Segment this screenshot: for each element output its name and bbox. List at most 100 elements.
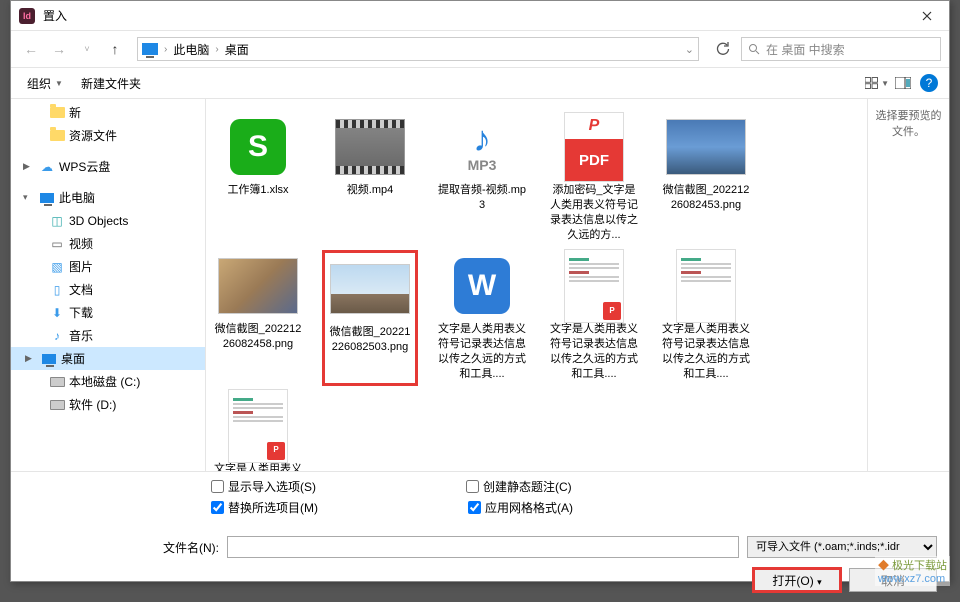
search-input[interactable]: 在 桌面 中搜索 xyxy=(741,37,941,61)
file-item-selected[interactable]: 微信截图_20221226082503.png xyxy=(322,250,418,385)
sidebar-item-downloads[interactable]: ⬇下载 xyxy=(11,301,205,324)
cancel-button[interactable]: 取消 xyxy=(849,568,937,592)
file-label: 提取音频-视频.mp3 xyxy=(436,183,528,213)
import-options: 显示导入选项(S) 创建静态题注(C) 替换所选项目(M) 应用网格格式(A) xyxy=(11,471,949,530)
filename-label: 文件名(N): xyxy=(163,539,219,556)
help-icon: ? xyxy=(920,74,938,92)
video-icon: ▭ xyxy=(49,237,65,251)
pictures-icon: ▧ xyxy=(49,260,65,274)
chevron-right-icon: › xyxy=(215,44,218,55)
address-bar[interactable]: › 此电脑 › 桌面 ⌄ xyxy=(137,37,699,61)
preview-pane-button[interactable] xyxy=(891,71,915,95)
chevron-down-icon[interactable]: ⌄ xyxy=(685,43,694,56)
pc-icon xyxy=(40,193,54,203)
sidebar-item-thispc[interactable]: ▾此电脑 xyxy=(11,186,205,209)
file-item[interactable]: 视频.mp4 xyxy=(322,111,418,246)
back-button[interactable]: ← xyxy=(19,37,43,61)
file-label: 文字是人类用表义符号记录表达信息以传之久远的方式和工具.... xyxy=(436,322,528,381)
sidebar-item-diskd[interactable]: 软件 (D:) xyxy=(11,393,205,416)
file-item[interactable]: P 文字是人类用表义符号记录表达信息以传之久远的方式和工具.... xyxy=(210,390,306,471)
main-area: 新 资源文件 ▶☁WPS云盘 ▾此电脑 ◫3D Objects ▭视频 ▧图片 … xyxy=(11,99,949,471)
image-thumbnail xyxy=(330,264,410,314)
search-icon xyxy=(748,43,760,55)
sidebar-item-videos[interactable]: ▭视频 xyxy=(11,232,205,255)
downloads-icon: ⬇ xyxy=(49,306,65,320)
file-item[interactable]: PPDF 添加密码_文字是人类用表义符号记录表达信息以传之久远的方... xyxy=(546,111,642,246)
file-label: 工作簿1.xlsx xyxy=(227,183,288,198)
create-static-caption-checkbox[interactable]: 创建静态题注(C) xyxy=(466,478,572,495)
image-thumbnail xyxy=(666,119,746,175)
nav-bar: ← → ˅ ↑ › 此电脑 › 桌面 ⌄ 在 桌面 中搜索 xyxy=(11,31,949,67)
file-list[interactable]: S 工作簿1.xlsx 视频.mp4 ♪MP3 提取音频-视频.mp3 PPDF… xyxy=(206,99,867,471)
preview-pane: 选择要预览的文件。 xyxy=(867,99,949,471)
sidebar-item-new[interactable]: 新 xyxy=(11,101,205,124)
dialog-title: 置入 xyxy=(43,7,904,24)
file-item[interactable]: W 文字是人类用表义符号记录表达信息以传之久远的方式和工具.... xyxy=(434,250,530,385)
sidebar: 新 资源文件 ▶☁WPS云盘 ▾此电脑 ◫3D Objects ▭视频 ▧图片 … xyxy=(11,99,206,471)
file-label: 微信截图_20221226082503.png xyxy=(327,325,413,355)
preview-hint: 选择要预览的文件。 xyxy=(872,107,945,139)
doc-thumbnail: P xyxy=(564,249,624,323)
place-dialog: Id 置入 ← → ˅ ↑ › 此电脑 › 桌面 ⌄ 在 桌面 中搜索 组织▼ … xyxy=(10,0,950,582)
file-item[interactable]: 微信截图_20221226082458.png xyxy=(210,250,306,385)
forward-button[interactable]: → xyxy=(47,37,71,61)
titlebar: Id 置入 xyxy=(11,1,949,31)
disk-icon xyxy=(50,377,65,387)
open-button[interactable]: 打开(O) ▾ xyxy=(753,568,841,592)
sidebar-item-desktop[interactable]: ▶桌面 xyxy=(11,347,205,370)
file-item[interactable]: 微信截图_20221226082453.png xyxy=(658,111,754,246)
file-item[interactable]: 文字是人类用表义符号记录表达信息以传之久远的方式和工具.... xyxy=(658,250,754,385)
dialog-buttons: 打开(O) ▾ 取消 xyxy=(11,564,949,602)
file-filter-select[interactable]: 可导入文件 (*.oam;*.inds;*.idr xyxy=(747,536,937,558)
sidebar-item-pictures[interactable]: ▧图片 xyxy=(11,255,205,278)
file-item[interactable]: S 工作簿1.xlsx xyxy=(210,111,306,246)
chevron-right-icon[interactable]: ▶ xyxy=(25,353,37,364)
pdf-icon: PPDF xyxy=(564,112,624,182)
sidebar-item-documents[interactable]: ▯文档 xyxy=(11,278,205,301)
sidebar-item-diskc[interactable]: 本地磁盘 (C:) xyxy=(11,370,205,393)
new-folder-button[interactable]: 新建文件夹 xyxy=(73,71,149,96)
file-label: 文字是人类用表义符号记录表达信息以传之久远的方式和工具.... xyxy=(548,322,640,381)
music-icon: ♪ xyxy=(49,329,65,343)
sidebar-item-3dobjects[interactable]: ◫3D Objects xyxy=(11,209,205,232)
show-import-options-checkbox[interactable]: 显示导入选项(S) xyxy=(211,478,316,495)
sidebar-item-wps[interactable]: ▶☁WPS云盘 xyxy=(11,155,205,178)
file-item[interactable]: P 文字是人类用表义符号记录表达信息以传之久远的方式和工具.... xyxy=(546,250,642,385)
chevron-right-icon: › xyxy=(164,44,167,55)
help-button[interactable]: ? xyxy=(917,71,941,95)
breadcrumb-root[interactable]: 此电脑 xyxy=(173,41,209,58)
refresh-button[interactable] xyxy=(709,37,737,61)
view-icon xyxy=(865,76,879,90)
breadcrumb-current[interactable]: 桌面 xyxy=(225,41,249,58)
close-icon xyxy=(922,11,932,21)
recent-dropdown[interactable]: ˅ xyxy=(75,37,99,61)
toolbar: 组织▼ 新建文件夹 ▼ ? xyxy=(11,67,949,99)
organize-button[interactable]: 组织▼ xyxy=(19,71,71,96)
chevron-down-icon[interactable]: ▾ xyxy=(23,192,35,203)
folder-icon xyxy=(50,130,65,141)
view-mode-button[interactable]: ▼ xyxy=(865,71,889,95)
cube-icon: ◫ xyxy=(49,214,65,228)
wps-icon: W xyxy=(454,258,510,314)
desktop-icon xyxy=(42,354,56,364)
search-placeholder: 在 桌面 中搜索 xyxy=(766,41,845,58)
folder-icon xyxy=(50,107,65,118)
chevron-right-icon[interactable]: ▶ xyxy=(23,161,35,172)
cloud-icon: ☁ xyxy=(39,160,55,174)
documents-icon: ▯ xyxy=(49,283,65,297)
replace-selected-checkbox[interactable]: 替换所选项目(M) xyxy=(211,499,318,516)
filename-input[interactable] xyxy=(227,536,739,558)
xlsx-icon: S xyxy=(230,119,286,175)
sidebar-item-resources[interactable]: 资源文件 xyxy=(11,124,205,147)
doc-thumbnail xyxy=(676,249,736,323)
app-icon: Id xyxy=(19,8,35,24)
sidebar-item-music[interactable]: ♪音乐 xyxy=(11,324,205,347)
image-thumbnail xyxy=(218,258,298,314)
close-button[interactable] xyxy=(904,1,949,31)
up-button[interactable]: ↑ xyxy=(103,37,127,61)
file-label: 视频.mp4 xyxy=(347,183,393,198)
file-item[interactable]: ♪MP3 提取音频-视频.mp3 xyxy=(434,111,530,246)
file-label: 微信截图_20221226082458.png xyxy=(212,322,304,352)
apply-grid-format-checkbox[interactable]: 应用网格格式(A) xyxy=(468,499,573,516)
disk-icon xyxy=(50,400,65,410)
